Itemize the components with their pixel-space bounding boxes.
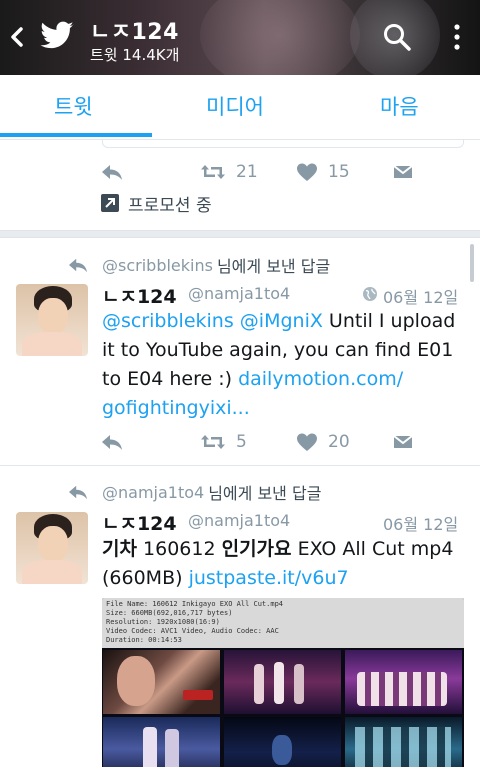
reply-to-handle[interactable]: @scribblekins	[102, 256, 213, 275]
retweet-icon	[201, 435, 225, 449]
video-thumbnail	[103, 717, 220, 767]
heart-icon	[297, 433, 317, 451]
url-link[interactable]: justpaste.it/v6u7	[189, 567, 349, 589]
tab-media[interactable]: 미디어	[206, 91, 264, 121]
retweet-icon	[201, 165, 225, 179]
tab-likes[interactable]: 마음	[380, 91, 419, 121]
video-thumbnail	[224, 717, 341, 767]
tweet-count: 트윗 14.4K개	[90, 46, 180, 64]
url-link[interactable]: dailymotion.com/	[238, 368, 403, 390]
twitter-bird-icon	[40, 21, 74, 49]
divider	[0, 465, 480, 466]
like-button[interactable]: 20	[296, 428, 350, 456]
more-options-icon[interactable]	[450, 22, 464, 52]
scrollbar[interactable]	[470, 244, 474, 282]
previous-media-edge	[102, 140, 464, 148]
tweet-separator	[0, 230, 480, 238]
reply-button[interactable]	[100, 428, 124, 456]
reply-context: @scribblekins 님에게 보낸 답글	[66, 253, 330, 277]
active-tab-indicator	[0, 133, 152, 137]
globe-icon	[363, 287, 377, 301]
reply-button[interactable]	[100, 158, 124, 186]
video-thumbnail	[103, 650, 220, 714]
retweet-button[interactable]: 21	[200, 158, 258, 186]
promoted-arrow-icon	[101, 194, 119, 212]
profile-name: ㄴㅈ124	[90, 20, 179, 45]
tweet-date[interactable]: 06월 12일	[383, 511, 458, 535]
profile-tabs: 트윗 미디어 마음	[0, 75, 480, 140]
profile-header: ㄴㅈ124 트윗 14.4K개	[0, 0, 480, 75]
retweet-button[interactable]: 5	[200, 428, 247, 456]
back-arrow-icon[interactable]	[6, 22, 28, 52]
reply-icon	[69, 485, 87, 500]
media-info-panel: File Name: 160612 Inkigayo EXO All Cut.m…	[102, 598, 464, 648]
direct-message-button[interactable]	[392, 158, 414, 186]
tweet-text: @scribblekins @iMgniX Until I upload it …	[102, 307, 474, 423]
reply-icon	[102, 435, 122, 450]
retweet-count: 21	[236, 162, 258, 182]
tweet-actions: 21 15	[100, 158, 420, 186]
like-button[interactable]: 15	[296, 158, 350, 186]
tab-tweets[interactable]: 트윗	[54, 91, 93, 121]
heart-icon	[297, 163, 317, 181]
video-thumbnail	[345, 650, 462, 714]
author-name[interactable]: ㄴㅈ124	[102, 509, 177, 536]
reply-context: @namja1to4 님에게 보낸 답글	[66, 480, 321, 504]
author-handle[interactable]: @namja1to4	[188, 511, 290, 530]
tweet-media-image[interactable]: File Name: 160612 Inkigayo EXO All Cut.m…	[102, 598, 464, 767]
tweet-actions: 5 20	[100, 428, 420, 456]
avatar[interactable]	[16, 512, 88, 584]
url-link[interactable]: gofightingyixi...	[102, 394, 474, 423]
reply-context-text: 님에게 보낸 답글	[208, 484, 322, 503]
tweet-card[interactable]: 21 15 프로모션 중	[0, 140, 480, 235]
tweet-text: 기차 160612 인기가요 EXO All Cut mp4 (660MB) j…	[102, 538, 454, 589]
avatar[interactable]	[16, 284, 88, 356]
envelope-icon	[393, 165, 413, 178]
reply-context-text: 님에게 보낸 답글	[216, 257, 331, 276]
reply-icon	[102, 165, 122, 180]
promoted-label: 프로모션 중	[128, 195, 212, 216]
like-count: 15	[328, 162, 350, 182]
reply-to-handle[interactable]: @namja1to4	[102, 483, 204, 502]
search-icon[interactable]	[382, 22, 412, 52]
video-thumbnail	[345, 717, 462, 767]
author-handle[interactable]: @namja1to4	[188, 284, 290, 303]
video-thumbnail	[224, 650, 341, 714]
mention-link[interactable]: @scribblekins	[102, 310, 234, 332]
author-name[interactable]: ㄴㅈ124	[102, 282, 177, 309]
tweet-date[interactable]: 06월 12일	[383, 284, 458, 308]
retweet-count: 5	[236, 432, 247, 452]
envelope-icon	[393, 435, 413, 448]
tweet-feed[interactable]: 21 15 프로모션 중 @scribblekins 님에게 보낸 답글 ㄴㅈ1…	[0, 140, 480, 767]
like-count: 20	[328, 432, 350, 452]
promoted-indicator[interactable]: 프로모션 중	[100, 190, 212, 216]
reply-icon	[69, 258, 87, 273]
header-background-blur	[200, 0, 360, 75]
mention-link[interactable]: @iMgniX	[240, 310, 323, 332]
direct-message-button[interactable]	[392, 428, 414, 456]
